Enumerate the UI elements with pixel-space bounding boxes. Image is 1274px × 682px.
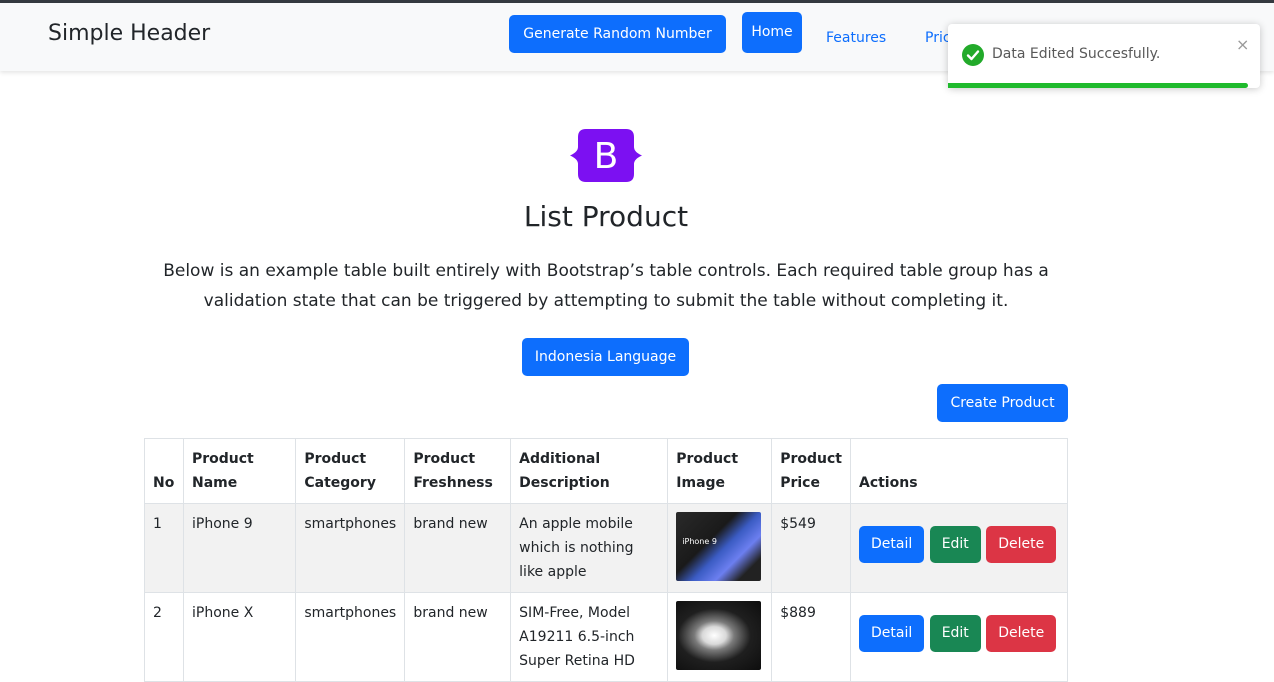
cell-actions: Detail Edit Delete: [849, 503, 1069, 593]
success-check-icon: [962, 44, 984, 66]
delete-button[interactable]: Delete: [986, 526, 1057, 563]
close-icon[interactable]: ×: [1236, 35, 1249, 54]
cell-product-price: $889: [771, 592, 851, 682]
table-row: 1 iPhone 9 smartphones brand new An appl…: [144, 503, 1069, 593]
indonesia-language-button[interactable]: Indonesia Language: [522, 338, 689, 376]
toast-progress-bar: [948, 83, 1248, 88]
cell-product-category: smartphones: [295, 592, 406, 682]
brand-title[interactable]: Simple Header: [48, 21, 210, 46]
header-actions: Actions: [849, 438, 1069, 504]
cell-product-image: iPhone 9: [667, 503, 773, 593]
toast-message: Data Edited Succesfully.: [992, 46, 1161, 62]
page-title: List Product: [523, 200, 689, 233]
cell-product-category: smartphones: [295, 503, 406, 593]
cell-product-price: $549: [771, 503, 851, 593]
cell-product-name: iPhone X: [182, 592, 297, 682]
cell-description: An apple mobile which is nothing like ap…: [510, 503, 669, 593]
header-product-name: Product Name: [182, 438, 297, 504]
cell-no: 1: [144, 503, 184, 593]
cell-no: 2: [144, 592, 184, 682]
logo-letter: B: [594, 136, 619, 177]
bootstrap-logo: B: [570, 127, 642, 184]
delete-button[interactable]: Delete: [986, 615, 1057, 652]
cell-product-freshness: brand new: [404, 503, 512, 593]
page-description: Below is an example table built entirely…: [163, 261, 1049, 311]
header-product-image: Product Image: [667, 438, 773, 504]
header-product-price: Product Price: [771, 438, 851, 504]
edit-button[interactable]: Edit: [929, 615, 981, 652]
product-image: [676, 601, 762, 670]
header-product-category: Product Category: [295, 438, 406, 504]
product-image-label: iPhone 9: [682, 537, 717, 546]
cell-actions: Detail Edit Delete: [849, 592, 1069, 682]
product-table: No Product Name Product Category Product…: [144, 438, 1069, 682]
table-header-row: No Product Name Product Category Product…: [144, 438, 1069, 504]
header-no: No: [144, 438, 184, 504]
cell-description: SIM-Free, Model A19211 6.5-inch Super Re…: [510, 592, 669, 682]
table-row: 2 iPhone X smartphones brand new SIM-Fre…: [144, 592, 1069, 682]
toast-notification: Data Edited Succesfully. ×: [948, 24, 1260, 88]
header-product-freshness: Product Freshness: [404, 438, 512, 504]
product-image: iPhone 9: [676, 512, 762, 581]
home-button[interactable]: Home: [742, 12, 802, 53]
cell-product-image: [667, 592, 773, 682]
cell-product-freshness: brand new: [404, 592, 512, 682]
nav-link-features[interactable]: Features: [826, 30, 886, 46]
edit-button[interactable]: Edit: [929, 526, 981, 563]
header-additional-description: Additional Description: [510, 438, 669, 504]
create-product-button[interactable]: Create Product: [937, 384, 1068, 422]
generate-random-number-button[interactable]: Generate Random Number: [509, 15, 726, 53]
detail-button[interactable]: Detail: [858, 615, 925, 652]
cell-product-name: iPhone 9: [182, 503, 297, 593]
detail-button[interactable]: Detail: [858, 526, 925, 563]
